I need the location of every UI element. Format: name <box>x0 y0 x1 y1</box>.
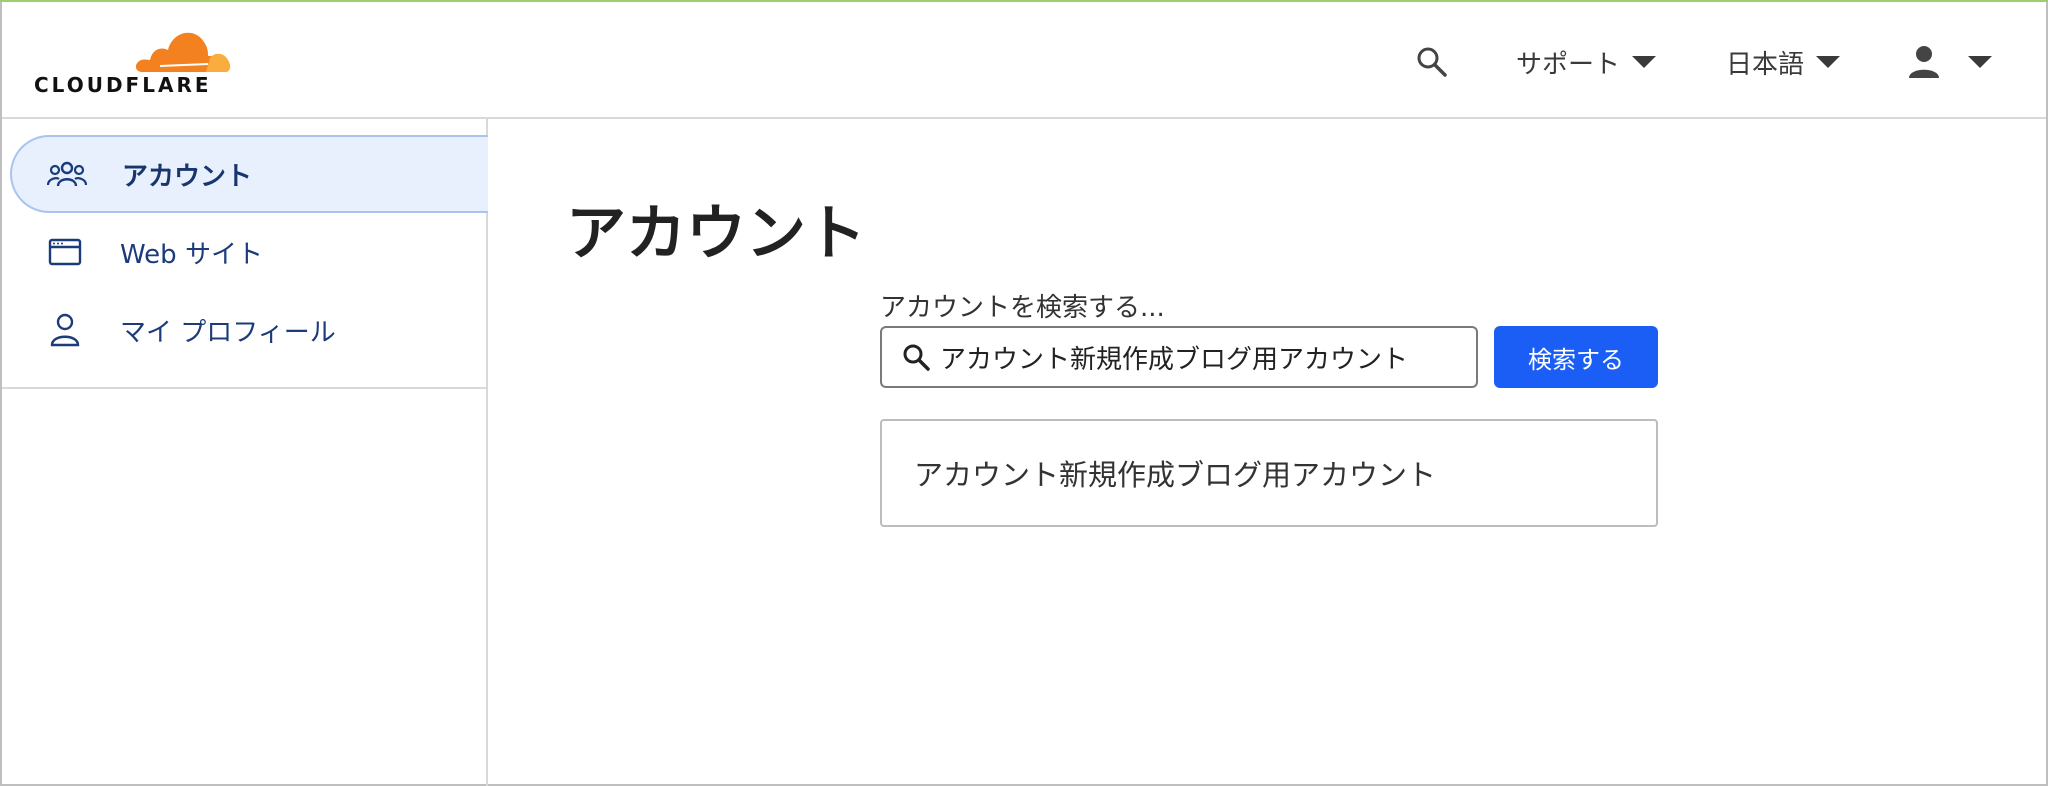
search-icon <box>903 344 930 371</box>
sidebar-item-accounts[interactable]: アカウント <box>10 135 488 213</box>
user-icon <box>44 309 86 351</box>
language-menu-label: 日本語 <box>1726 49 1805 80</box>
header-search-icon[interactable] <box>1414 44 1450 80</box>
user-avatar-icon <box>1909 46 1939 78</box>
sidebar-item-my-profile[interactable]: マイ プロフィール <box>10 291 488 369</box>
search-label: アカウントを検索する... <box>880 293 1165 323</box>
browser-window-icon <box>44 231 86 273</box>
account-result-name: アカウント新規作成ブログ用アカウント <box>914 458 1437 492</box>
account-search-input[interactable] <box>940 342 1470 372</box>
cloud-logo-icon <box>135 32 231 72</box>
sidebar: アカウント Web サイト マイ プロフィール <box>2 119 488 786</box>
support-menu[interactable]: サポート <box>1516 42 1657 82</box>
account-result-item[interactable]: アカウント新規作成ブログ用アカウント <box>880 419 1658 527</box>
cloudflare-logo[interactable]: CLOUDFLARE <box>34 22 239 97</box>
account-search-field[interactable] <box>880 326 1478 388</box>
sidebar-item-label: Web サイト <box>120 239 263 270</box>
sidebar-item-label: マイ プロフィール <box>120 317 336 348</box>
sidebar-item-label: アカウント <box>122 161 253 192</box>
chevron-down-icon <box>1632 56 1657 68</box>
page-title: アカウント <box>566 199 866 269</box>
sidebar-nav-list: アカウント Web サイト マイ プロフィール <box>2 135 488 389</box>
support-menu-label: サポート <box>1516 49 1621 80</box>
users-icon <box>46 153 88 195</box>
top-header: CLOUDFLARE サポート 日本語 <box>2 2 2046 119</box>
main-content: アカウント アカウントを検索する... 検索する アカウント新規作成ブログ用アカ… <box>490 119 2046 784</box>
search-button[interactable]: 検索する <box>1494 326 1658 388</box>
user-menu[interactable] <box>1908 42 1992 82</box>
language-menu[interactable]: 日本語 <box>1726 42 1841 82</box>
chevron-down-icon <box>1816 56 1841 68</box>
chevron-down-icon <box>1968 56 1992 68</box>
sidebar-item-websites[interactable]: Web サイト <box>10 213 488 291</box>
logo-wordmark: CLOUDFLARE <box>34 73 212 97</box>
